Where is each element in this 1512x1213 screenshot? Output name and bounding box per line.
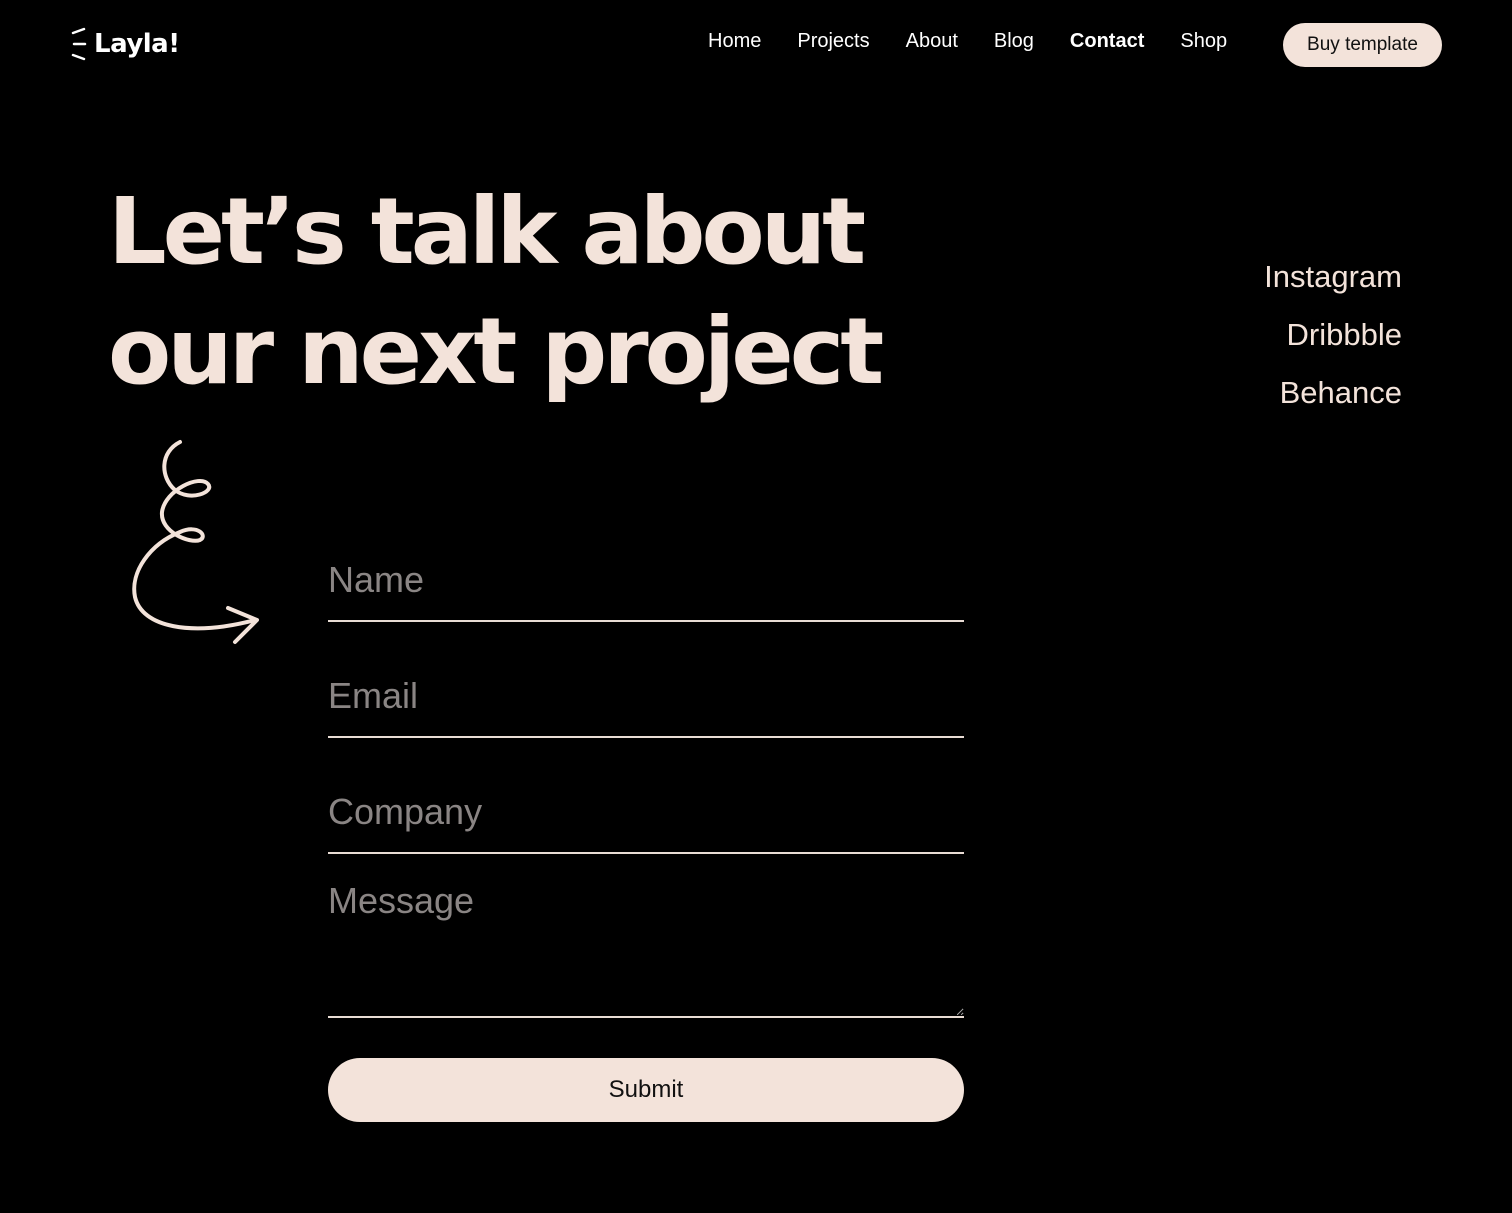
logo-text: Layla!	[94, 29, 180, 59]
nav-item-about[interactable]: About	[906, 30, 958, 53]
main-nav: Home Projects About Blog Contact Shop	[690, 30, 1245, 53]
logo[interactable]: Layla!	[70, 27, 180, 61]
social-link-behance[interactable]: Behance	[1264, 364, 1402, 422]
buy-template-button[interactable]: Buy template	[1283, 23, 1442, 67]
nav-item-shop[interactable]: Shop	[1180, 30, 1227, 53]
social-links: Instagram Dribbble Behance	[1264, 248, 1402, 422]
social-link-dribbble[interactable]: Dribbble	[1264, 306, 1402, 364]
site-header: Layla! Home Projects About Blog Contact …	[0, 0, 1512, 92]
squiggle-arrow-icon	[132, 440, 259, 644]
page-title: Let’s talk about our next project	[108, 172, 884, 412]
nav-item-projects[interactable]: Projects	[797, 30, 869, 53]
page-title-line-1: Let’s talk about	[108, 178, 866, 285]
message-field[interactable]	[328, 868, 964, 1018]
sparkle-lines-icon	[71, 27, 87, 61]
contact-form: Submit	[328, 540, 964, 1122]
page-title-line-2: our next project	[108, 298, 884, 405]
submit-button[interactable]: Submit	[328, 1058, 964, 1122]
email-field[interactable]	[328, 656, 964, 738]
nav-item-home[interactable]: Home	[708, 30, 761, 53]
nav-item-contact[interactable]: Contact	[1070, 30, 1144, 53]
name-field[interactable]	[328, 540, 964, 622]
company-field[interactable]	[328, 772, 964, 854]
social-link-instagram[interactable]: Instagram	[1264, 248, 1402, 306]
nav-item-blog[interactable]: Blog	[994, 30, 1034, 53]
